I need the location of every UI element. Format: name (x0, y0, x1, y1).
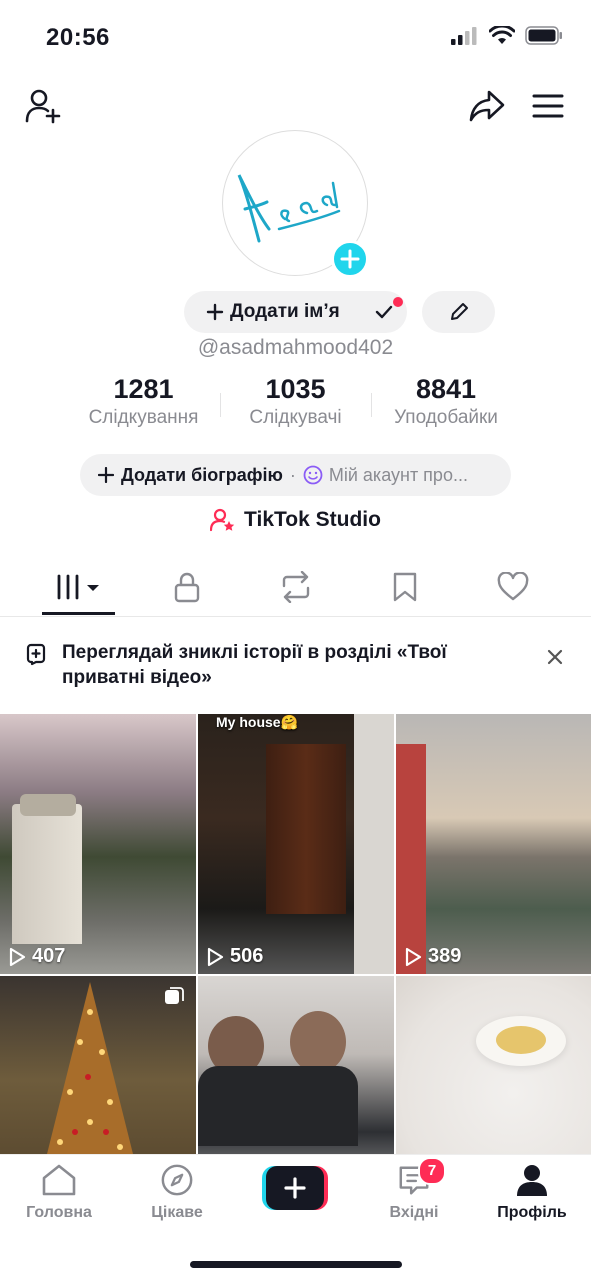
nav-discover-label: Цікаве (151, 1204, 203, 1221)
nav-profile[interactable]: Профіль (482, 1163, 582, 1222)
thumbnail-pillar-cap (20, 794, 76, 816)
active-tab-indicator (42, 612, 115, 615)
video-thumbnail[interactable]: 407 (0, 714, 196, 974)
video-thumbnail[interactable]: My house🤗 506 (198, 714, 394, 974)
tiktok-studio-link[interactable]: TikTok Studio (0, 508, 591, 532)
battery-icon (525, 26, 562, 45)
lock-icon (174, 572, 199, 603)
thumbnail-person-head (290, 1011, 346, 1073)
wifi-icon (489, 26, 515, 44)
banner-text: Переглядай зниклі історії в розділі «Тво… (62, 642, 447, 688)
nav-profile-label: Профіль (497, 1204, 567, 1221)
video-thumbnail[interactable] (396, 976, 591, 1154)
bio-placeholder: Мій акаунт про... (328, 464, 468, 485)
tab-reposts[interactable] (259, 560, 332, 614)
status-time: 20:56 (46, 24, 110, 51)
tab-private[interactable] (150, 560, 223, 614)
nav-inbox-label: Вхідні (389, 1204, 439, 1221)
inbox-badge: 7 (418, 1157, 446, 1185)
followers-count: 1035 (265, 374, 326, 404)
plus-icon (98, 467, 114, 483)
heart-icon (497, 572, 528, 601)
stat-divider (220, 393, 221, 417)
add-photo-button[interactable] (331, 240, 369, 278)
videos-grid-icon (57, 574, 99, 600)
studio-label: TikTok Studio (244, 508, 381, 531)
view-count: 389 (404, 945, 461, 968)
thumbnail-pillar (12, 804, 82, 944)
nav-discover[interactable]: Цікаве (127, 1163, 227, 1222)
video-caption: My house🤗 (216, 714, 298, 730)
bio-separator: · (289, 464, 296, 485)
add-name-button[interactable]: Додати ім’я (184, 291, 407, 333)
profile-top-bar (0, 80, 591, 130)
video-thumbnail[interactable] (198, 976, 394, 1154)
thumbnail-door (266, 744, 346, 914)
tab-liked[interactable] (476, 560, 549, 614)
add-bio-label: Додати біографію (121, 464, 283, 485)
following-count: 1281 (113, 374, 174, 404)
play-icon (405, 947, 422, 966)
add-name-label: Додати ім’я (230, 301, 340, 322)
close-icon[interactable] (546, 648, 564, 666)
thumbnail-food (496, 1026, 546, 1054)
plus-icon (206, 303, 224, 321)
followers-label: Слідкувачі (249, 407, 342, 428)
home-icon (42, 1164, 76, 1196)
thumbnail-jackets (198, 1066, 358, 1146)
nav-inbox[interactable]: 7 Вхідні (364, 1157, 464, 1222)
likes-stat[interactable]: 8841 Уподобайки (378, 374, 514, 429)
create-button[interactable] (262, 1166, 328, 1210)
christmas-tree-image (47, 982, 133, 1154)
bookmark-icon (393, 572, 416, 602)
share-icon[interactable] (466, 86, 508, 126)
likes-label: Уподобайки (394, 407, 498, 428)
pencil-icon (450, 303, 468, 320)
video-grid: 407 My house🤗 506 389 (0, 714, 591, 1154)
following-label: Слідкування (88, 407, 199, 428)
plus-icon (284, 1177, 306, 1199)
video-thumbnail[interactable]: 389 (396, 714, 591, 974)
repost-icon (282, 571, 309, 603)
username: @asadmahmood402 (197, 336, 394, 359)
view-count: 506 (206, 945, 263, 968)
followers-stat[interactable]: 1035 Слідкувачі (228, 374, 363, 429)
following-stat[interactable]: 1281 Слідкування (72, 374, 215, 429)
home-indicator (190, 1261, 402, 1268)
compass-icon (161, 1164, 193, 1196)
tab-favorites[interactable] (368, 560, 441, 614)
play-icon (207, 947, 224, 966)
multi-photo-icon (165, 987, 184, 1004)
plus-icon (340, 249, 360, 269)
add-friend-icon[interactable] (22, 86, 64, 126)
add-bio-button[interactable]: Додати біографію · Мій акаунт про... (80, 454, 511, 496)
menu-icon[interactable] (528, 88, 568, 124)
notification-dot (393, 297, 403, 307)
video-thumbnail[interactable] (0, 976, 196, 1154)
edit-profile-button[interactable] (422, 291, 495, 333)
thumbnail-wall (354, 714, 394, 974)
studio-user-star-icon (210, 508, 235, 532)
signal-icon (451, 26, 477, 45)
profile-icon (517, 1165, 547, 1196)
smile-icon (303, 465, 323, 485)
likes-count: 8841 (415, 374, 477, 404)
profile-tabs (0, 560, 591, 617)
nav-home[interactable]: Головна (9, 1163, 109, 1222)
private-stories-banner[interactable]: Переглядай зниклі історії в розділі «Тво… (0, 626, 591, 710)
thumbnail-red-wall (396, 744, 426, 974)
nav-home-label: Головна (26, 1204, 92, 1221)
view-count: 407 (8, 945, 65, 968)
verify-check-icon (375, 297, 403, 319)
status-bar: 20:56 (0, 0, 591, 70)
stat-divider (371, 393, 372, 417)
play-icon (9, 947, 26, 966)
story-plus-icon (26, 643, 46, 666)
tab-videos[interactable] (42, 560, 115, 614)
